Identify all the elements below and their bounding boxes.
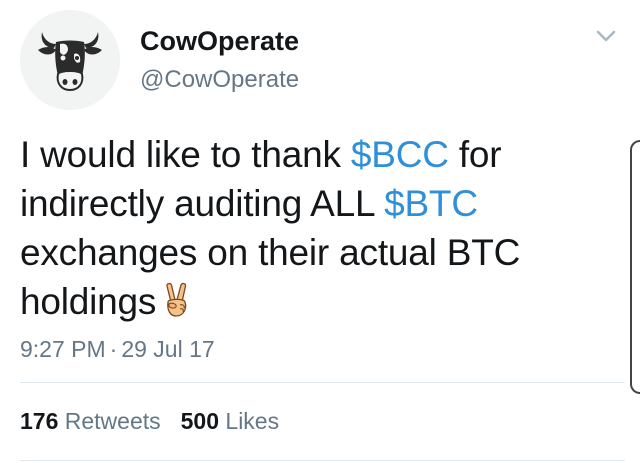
retweets-label: Retweets [64, 408, 161, 434]
timestamp-separator: · [109, 336, 118, 362]
cashtag-link-btc[interactable]: $BTC [384, 183, 478, 224]
likes-count: 500 [180, 408, 220, 434]
tweet-stats: 176 Retweets 500 Likes [20, 408, 279, 435]
divider [20, 460, 625, 461]
tweet-menu-button[interactable] [594, 26, 618, 46]
retweets-stat[interactable]: 176 Retweets [20, 408, 161, 434]
tweet-text-segment: exchanges on their actual BTC holdings [20, 232, 521, 322]
likes-label: Likes [225, 408, 280, 434]
victory-hand-icon [166, 282, 187, 317]
tweet-date: 29 Jul 17 [121, 336, 215, 362]
cashtag-link-bcc[interactable]: $BCC [351, 134, 449, 175]
victory-hand-emoji [162, 282, 192, 318]
tweet-time: 9:27 PM [20, 336, 106, 362]
scrollbar[interactable] [630, 140, 640, 394]
tweet-text: I would like to thank $BCC for indirectl… [20, 130, 620, 326]
retweets-count: 176 [20, 408, 59, 434]
cow-head-icon [20, 10, 120, 110]
avatar[interactable] [20, 10, 120, 110]
tweet-timestamp[interactable]: 9:27 PM · 29 Jul 17 [20, 336, 215, 363]
chevron-down-icon [596, 30, 616, 42]
tweet-card: CowOperate @CowOperate I would like to t… [0, 0, 640, 463]
tweet-text-segment: I would like to thank [20, 134, 351, 175]
user-handle[interactable]: @CowOperate [140, 66, 299, 94]
likes-stat[interactable]: 500 Likes [181, 408, 279, 434]
divider [20, 382, 625, 383]
display-name[interactable]: CowOperate [140, 26, 299, 57]
